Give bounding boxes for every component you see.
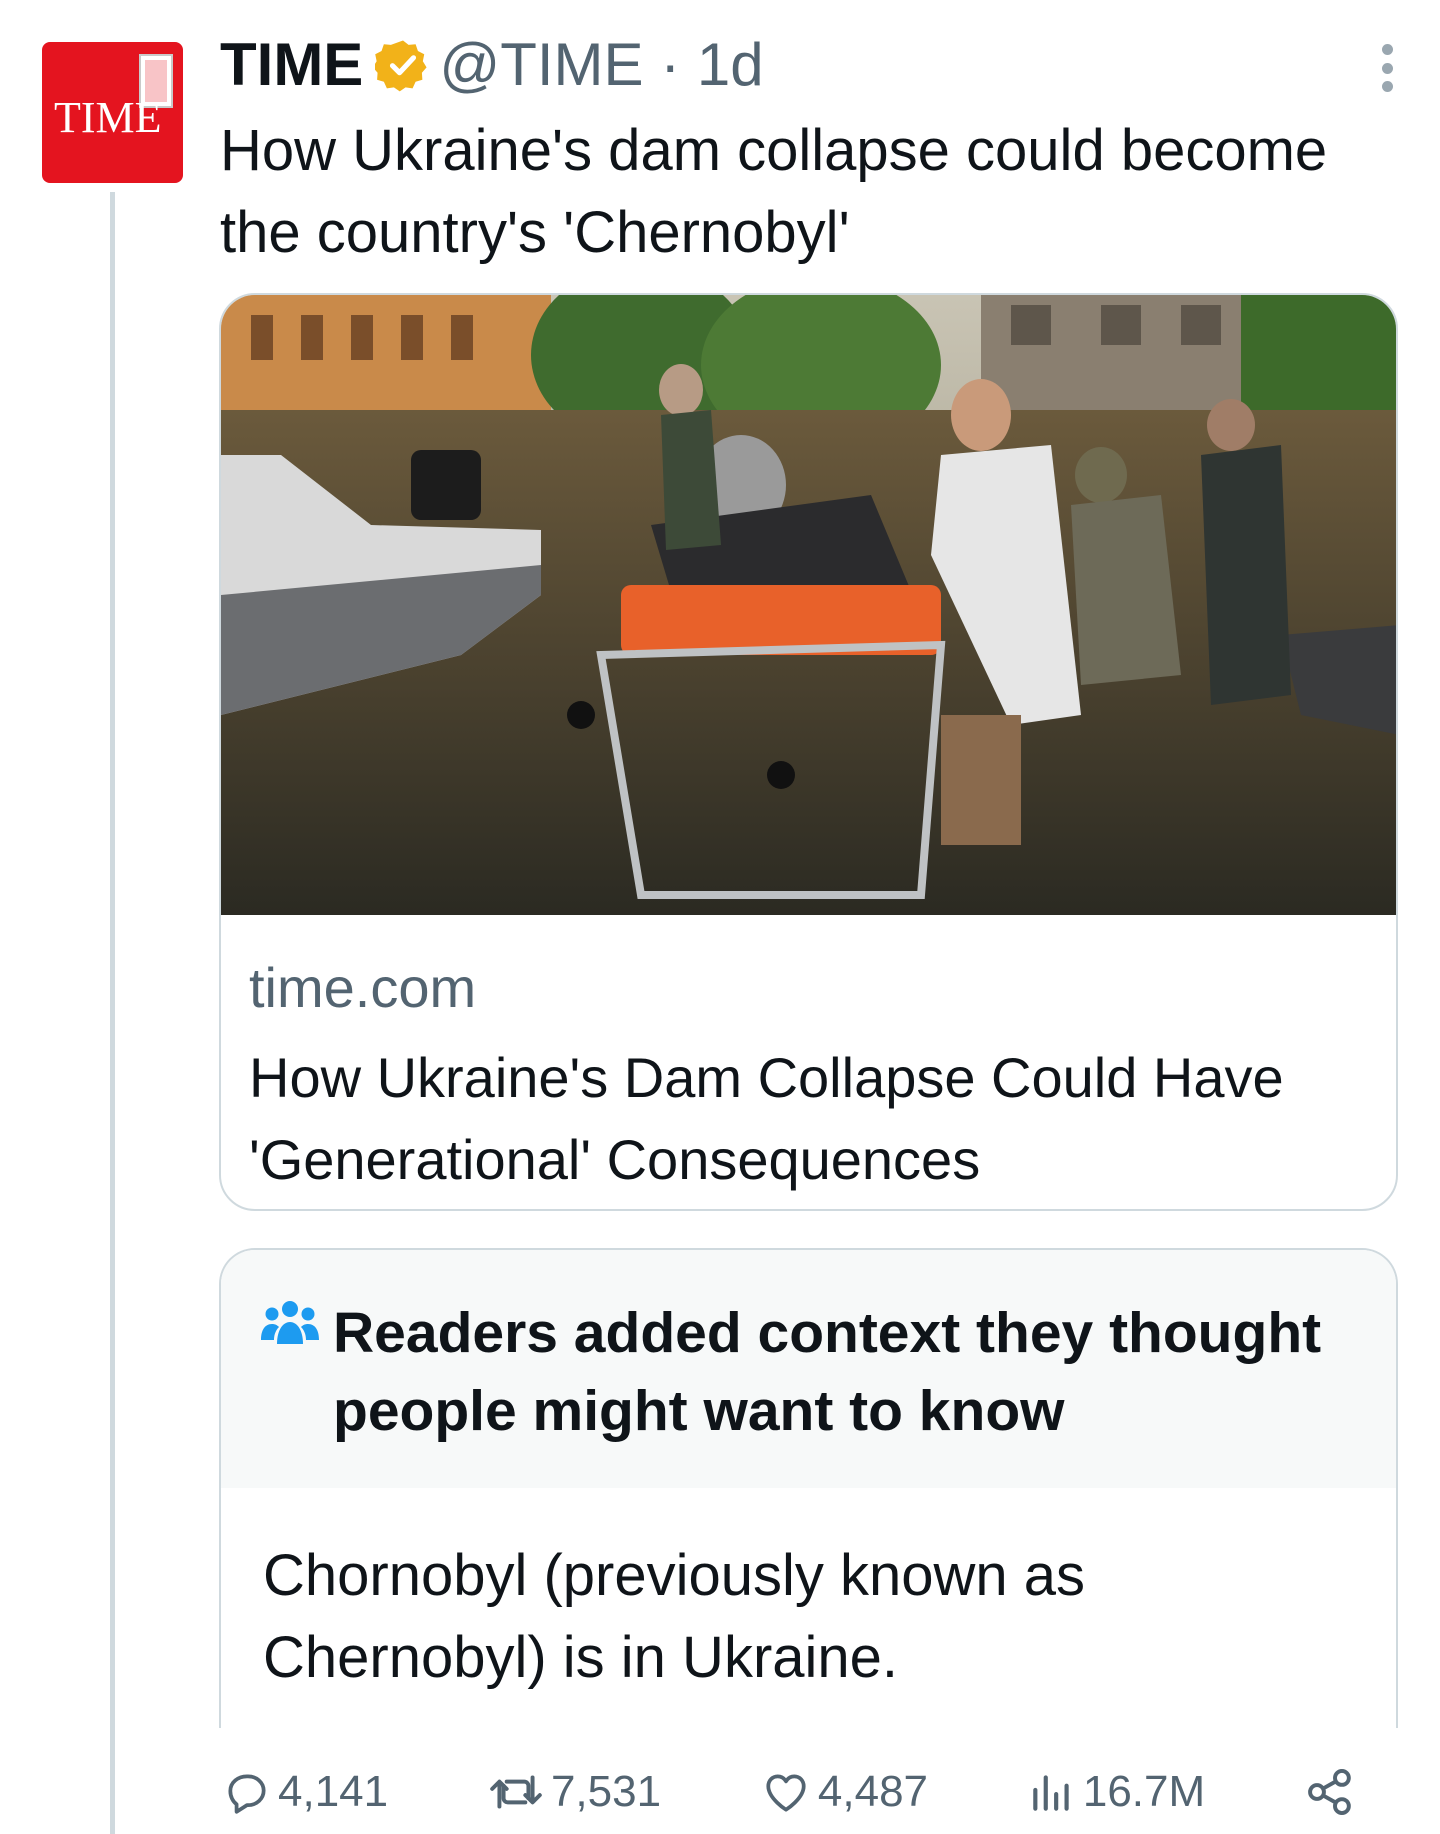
reply-count: 4,141: [278, 1767, 389, 1816]
analytics-icon: [1033, 1775, 1069, 1811]
community-note-title: Readers added context they thought peopl…: [333, 1301, 1322, 1443]
display-name[interactable]: TIME: [220, 34, 363, 96]
share-icon: [1308, 1769, 1351, 1815]
community-note-header: Readers added context they thought peopl…: [221, 1250, 1396, 1488]
share-button[interactable]: [1304, 1766, 1362, 1818]
tweet-header: TIME @TIME · 1d: [220, 34, 764, 96]
view-count: 16.7M: [1082, 1767, 1206, 1816]
separator: ·: [643, 31, 697, 98]
community-note[interactable]: Readers added context they thought peopl…: [219, 1248, 1398, 1728]
like-button[interactable]: 4,487: [760, 1767, 928, 1817]
card-image: [221, 295, 1396, 915]
community-note-body: Chornobyl (previously known as Chernobyl…: [263, 1543, 1086, 1690]
user-handle[interactable]: @TIME: [439, 34, 643, 96]
repost-count: 7,531: [550, 1767, 662, 1816]
verified-badge-icon: [375, 40, 427, 92]
action-bar: 4,141 7,531 4,487 16.7M: [222, 1762, 1362, 1822]
repost-icon: [490, 1775, 542, 1809]
more-options-icon[interactable]: [1380, 44, 1394, 92]
avatar-logo: TIME: [54, 93, 162, 142]
repost-button[interactable]: 7,531: [487, 1767, 661, 1817]
like-count: 4,487: [817, 1767, 929, 1816]
people-icon: [261, 1301, 319, 1344]
reply-button[interactable]: 4,141: [222, 1767, 388, 1817]
link-card[interactable]: time.com How Ukraine's Dam Collapse Coul…: [219, 293, 1398, 1211]
card-title: How Ukraine's Dam Collapse Could Have 'G…: [249, 1046, 1284, 1191]
heart-icon: [766, 1774, 806, 1812]
views-button[interactable]: 16.7M: [1027, 1767, 1205, 1817]
timestamp[interactable]: 1d: [697, 34, 764, 96]
card-meta: time.com How Ukraine's Dam Collapse Coul…: [249, 955, 1369, 1201]
avatar[interactable]: TIME: [42, 42, 183, 183]
thread-line: [110, 192, 115, 1834]
flood-rescue-photo: [221, 295, 1396, 915]
card-domain: time.com: [249, 956, 477, 1019]
tweet-text: How Ukraine's dam collapse could become …: [220, 118, 1328, 265]
reply-icon: [228, 1774, 266, 1814]
